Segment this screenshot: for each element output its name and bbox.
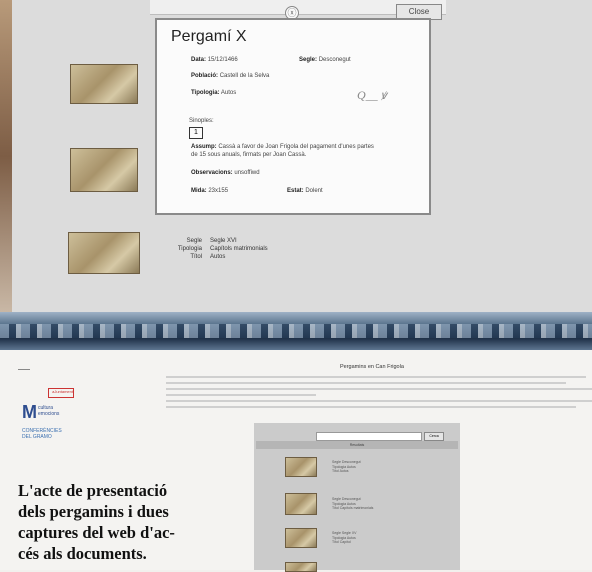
council-logo: aJuntament	[48, 388, 74, 398]
result-item[interactable]: Segle Desconegut Tipologia Autos Títol Cap…	[332, 497, 373, 511]
panorama-banner	[0, 312, 592, 350]
record-detail-dialog: Pergamí X Data: 15/12/1466 Segle: Descon…	[155, 18, 431, 215]
field-assump-line2: de 15 sous anuals, firmats per Joan Cass…	[191, 152, 307, 158]
field-assump: Assump: Cassà a favor de Joan Frigola de…	[191, 144, 374, 150]
intro-text-line	[166, 406, 576, 408]
sinoples-value: 1	[189, 127, 203, 139]
result-thumbnail[interactable]	[285, 528, 317, 548]
results-header: Resultats	[256, 441, 458, 449]
photo-edge	[0, 0, 12, 313]
page-title: Pergamins en Can Frigola	[340, 364, 404, 370]
record-titol-value: Autos	[210, 254, 226, 260]
menu-rule	[18, 369, 30, 370]
field-sinoples-label: Sinoples:	[189, 118, 214, 124]
field-mida: Mida: 23x155	[191, 188, 229, 194]
intro-text-line	[166, 382, 566, 384]
intro-text-line	[166, 394, 316, 396]
field-data: Data: 15/12/1466	[191, 57, 238, 63]
record-tipologia-label: Tipologia	[177, 246, 202, 252]
record-tipologia-value: Capítols matrimonials	[210, 246, 268, 252]
parchment-thumbnail[interactable]	[68, 232, 140, 274]
result-thumbnail[interactable]	[285, 457, 317, 477]
conference-logo: CONFERÈNCIES DEL GRAMO	[22, 428, 62, 440]
record-segle-label: Segle	[186, 238, 202, 244]
intro-text-line	[166, 400, 592, 402]
field-tipologia: Tipologia: Autos	[191, 90, 237, 96]
field-observacions: Observacions: unsoffiwd	[191, 170, 260, 176]
search-button[interactable]: Cerca	[424, 432, 444, 441]
parchment-thumbnail[interactable]	[70, 148, 138, 192]
field-segle: Segle: Desconegut	[299, 57, 351, 63]
result-thumbnail[interactable]	[285, 562, 317, 572]
result-thumbnail[interactable]	[285, 493, 317, 515]
signature-mark: Q__ ꝟ	[357, 88, 387, 102]
field-estat: Estat: Dolent	[287, 188, 323, 194]
record-title: Pergamí X	[171, 28, 247, 45]
intro-text-line	[166, 388, 592, 390]
record-titol-label: Títol	[190, 254, 202, 260]
culture-logo-text: cultura emocions	[38, 405, 60, 417]
result-item[interactable]: Segle Segle XV Tipologia Autos Títol Capít…	[332, 531, 357, 545]
intro-text-line	[166, 376, 586, 378]
record-segle-value: Segle XVI	[210, 238, 237, 244]
field-poblacio: Població: Castell de la Selva	[191, 73, 270, 79]
parchment-thumbnail[interactable]	[70, 64, 138, 104]
search-input[interactable]	[316, 432, 422, 441]
result-item[interactable]: Segle Desconegut Tipologia Autos Títol Aut…	[332, 460, 361, 474]
culture-logo: M	[22, 402, 37, 422]
photo-caption: L'acte de presentació dels pergamins i d…	[18, 481, 175, 563]
